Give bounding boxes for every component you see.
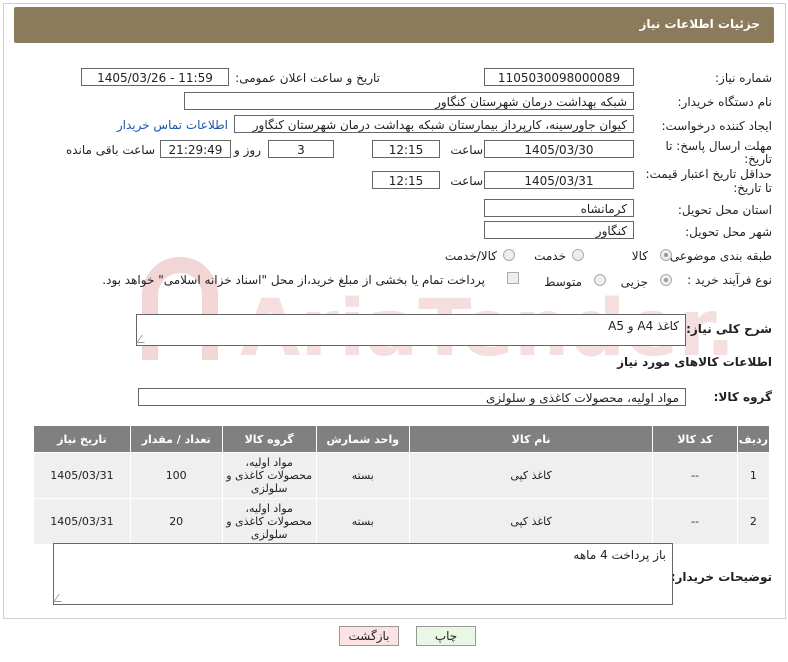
- process-option-minor: جزیی: [620, 275, 648, 289]
- buyer-notes-text: باز پرداخت 4 ماهه: [573, 548, 666, 562]
- city-label: شهر محل تحویل:: [685, 225, 772, 239]
- process-radio-minor[interactable]: [660, 274, 672, 286]
- table-header-row: ردیف کد کالا نام کالا واحد شمارش گروه کا…: [33, 425, 771, 453]
- cell-name: کاغذ کپی: [408, 452, 654, 499]
- need-number-field: 1105030098000089: [484, 68, 634, 86]
- goods-group-label: گروه کالا:: [713, 390, 772, 404]
- back-button[interactable]: بازگشت: [339, 626, 399, 646]
- category-radio-goods[interactable]: [660, 249, 672, 261]
- validity-label: حداقل تاریخ اعتبار قیمت:: [645, 167, 772, 181]
- resize-grip[interactable]: [53, 594, 67, 602]
- days-label: روز و: [234, 143, 261, 157]
- resize-grip[interactable]: [136, 335, 150, 343]
- buyer-notes-textarea[interactable]: باز پرداخت 4 ماهه: [53, 543, 673, 605]
- buyer-field: شبکه بهداشت درمان شهرستان کنگاور: [184, 92, 634, 110]
- col-header-code: کد کالا: [652, 425, 738, 453]
- category-label: طبقه بندی موضوعی:: [665, 249, 772, 263]
- cell-row-no: 2: [736, 498, 771, 545]
- remaining-label: ساعت باقی مانده: [65, 143, 155, 157]
- col-header-group: گروه کالا: [221, 425, 317, 453]
- need-number-label: شماره نیاز:: [715, 71, 772, 85]
- category-option-service: خدمت: [534, 249, 566, 263]
- category-radio-goods-service[interactable]: [503, 249, 515, 261]
- announce-field: 1405/03/26 - 11:59: [81, 68, 229, 86]
- days-field: 3: [268, 140, 334, 158]
- buyer-label: نام دستگاه خریدار:: [677, 95, 773, 109]
- cell-code: --: [652, 498, 738, 545]
- cell-code: --: [652, 452, 738, 499]
- cell-quantity: 100: [129, 452, 223, 499]
- buyer-notes-label: توضیحات خریدار:: [670, 570, 772, 584]
- validity-time-field: 12:15: [372, 171, 440, 189]
- validity-time-label: ساعت: [450, 174, 483, 188]
- contact-buyer-link[interactable]: اطلاعات تماس خریدار: [117, 118, 228, 132]
- category-option-goods: کالا: [631, 249, 648, 263]
- description-textarea[interactable]: کاغذ A4 و A5: [136, 314, 686, 346]
- cell-unit: بسته: [315, 452, 410, 499]
- col-header-unit: واحد شمارش: [315, 425, 410, 453]
- category-option-goods-service: کالا/خدمت: [444, 249, 497, 263]
- cell-unit: بسته: [315, 498, 410, 545]
- process-label: نوع فرآیند خرید :: [687, 273, 772, 287]
- requester-field: کیوان جاورسینه، کارپرداز بیمارستان شبکه …: [234, 115, 634, 133]
- cell-row-no: 1: [736, 452, 771, 499]
- treasury-payment-text: پرداخت تمام یا بخشی از مبلغ خرید،از محل …: [102, 273, 485, 287]
- page-title: جزئیات اطلاعات نیاز: [639, 17, 760, 31]
- page-header: جزئیات اطلاعات نیاز: [14, 7, 774, 43]
- goods-group-field: مواد اولیه، محصولات کاغذی و سلولزی: [138, 388, 686, 406]
- cell-name: کاغذ کپی: [408, 498, 654, 545]
- validity-date-field: 1405/03/31: [484, 171, 634, 189]
- process-option-medium: متوسط: [544, 275, 582, 289]
- deadline-label-date: تاریخ:: [744, 152, 772, 166]
- table-row: 2 -- کاغذ کپی بسته مواد اولیه، محصولات ک…: [33, 498, 771, 545]
- cell-group: مواد اولیه، محصولات کاغذی و سلولزی: [221, 498, 317, 545]
- print-button[interactable]: چاپ: [416, 626, 476, 646]
- cell-quantity: 20: [129, 498, 223, 545]
- col-header-date: تاریخ نیاز: [33, 425, 131, 453]
- announce-label: تاریخ و ساعت اعلان عمومی:: [235, 71, 380, 85]
- cell-date: 1405/03/31: [33, 452, 131, 499]
- col-header-name: نام کالا: [408, 425, 654, 453]
- cell-date: 1405/03/31: [33, 498, 131, 545]
- treasury-payment-checkbox[interactable]: [507, 272, 519, 284]
- col-header-quantity: تعداد / مقدار: [129, 425, 223, 453]
- province-field: کرمانشاه: [484, 199, 634, 217]
- process-radio-medium[interactable]: [594, 274, 606, 286]
- province-label: استان محل تحویل:: [677, 203, 772, 217]
- cell-group: مواد اولیه، محصولات کاغذی و سلولزی: [221, 452, 317, 499]
- validity-label-date: تا تاریخ:: [733, 181, 772, 195]
- requester-label: ایجاد کننده درخواست:: [661, 119, 772, 133]
- goods-table: ردیف کد کالا نام کالا واحد شمارش گروه کا…: [33, 425, 771, 545]
- deadline-date-field: 1405/03/30: [484, 140, 634, 158]
- category-radio-service[interactable]: [572, 249, 584, 261]
- goods-info-heading: اطلاعات کالاهای مورد نیاز: [617, 355, 772, 369]
- table-row: 1 -- کاغذ کپی بسته مواد اولیه، محصولات ک…: [33, 452, 771, 499]
- deadline-time-field: 12:15: [372, 140, 440, 158]
- remaining-time-field: 21:29:49: [160, 140, 231, 158]
- city-field: کنگاور: [484, 221, 634, 239]
- col-header-row-no: ردیف: [736, 425, 771, 453]
- deadline-label: مهلت ارسال پاسخ: تا: [665, 139, 772, 153]
- description-text: کاغذ A4 و A5: [608, 319, 679, 333]
- description-label: شرح کلی نیاز:: [686, 322, 772, 336]
- deadline-time-label: ساعت: [450, 143, 483, 157]
